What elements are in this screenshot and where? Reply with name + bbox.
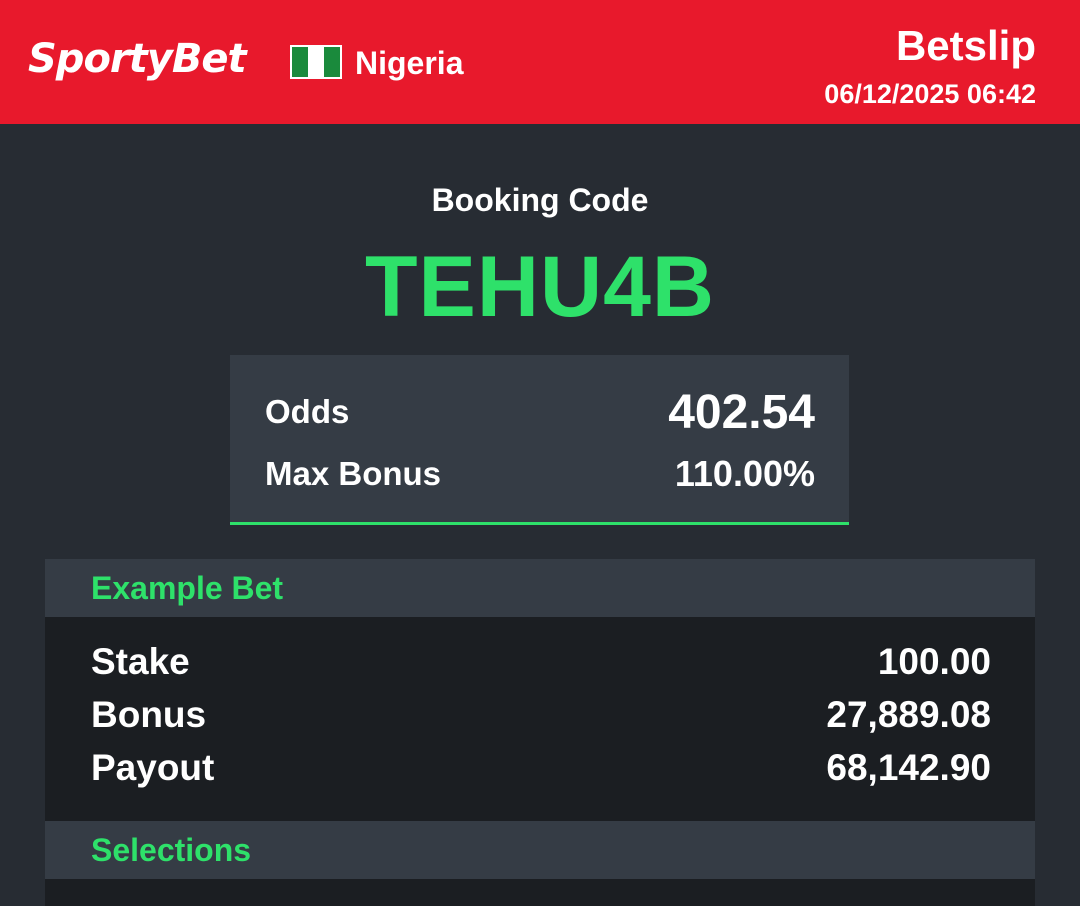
stake-value: 100.00 xyxy=(877,641,991,682)
nigeria-flag-icon xyxy=(290,45,342,79)
stake-row: Stake 100.00 xyxy=(91,641,991,691)
payout-value: 68,142.90 xyxy=(826,747,991,788)
flag-stripe-white xyxy=(308,47,324,77)
app-header: SportyBet Nigeria Betslip 06/12/2025 06:… xyxy=(0,0,1080,124)
odds-label: Odds xyxy=(265,393,350,430)
bonus-value: 27,889.08 xyxy=(826,694,991,735)
flag-stripe-green-left xyxy=(292,47,308,77)
selections-panel xyxy=(45,879,1035,906)
bonus-row: Bonus 27,889.08 xyxy=(91,694,991,744)
example-bet-panel: Stake 100.00 Bonus 27,889.08 Payout 68,1… xyxy=(45,617,1035,821)
odds-value: 402.54 xyxy=(668,386,815,439)
selections-title: Selections xyxy=(91,832,252,868)
sportybet-logo[interactable]: SportyBet xyxy=(28,36,247,82)
page-title: Betslip xyxy=(895,22,1036,69)
example-bet-title: Example Bet xyxy=(91,570,284,606)
bonus-label: Bonus xyxy=(91,694,207,735)
betslip-datetime: 06/12/2025 06:42 xyxy=(824,79,1036,109)
max-bonus-label: Max Bonus xyxy=(265,455,442,492)
flag-stripe-green-right xyxy=(324,47,340,77)
payout-row: Payout 68,142.90 xyxy=(91,747,991,797)
payout-label: Payout xyxy=(91,747,215,788)
booking-code-label: Booking Code xyxy=(431,182,649,218)
example-bet-header: Example Bet xyxy=(45,559,1035,617)
country-label: Nigeria xyxy=(355,45,464,81)
booking-code-value[interactable]: TEHU4B xyxy=(0,238,1080,337)
stake-label: Stake xyxy=(91,641,190,682)
selections-header: Selections xyxy=(45,821,1035,879)
odds-summary-card: Odds 402.54 Max Bonus 110.00% xyxy=(230,355,849,525)
max-bonus-value: 110.00% xyxy=(674,453,815,494)
